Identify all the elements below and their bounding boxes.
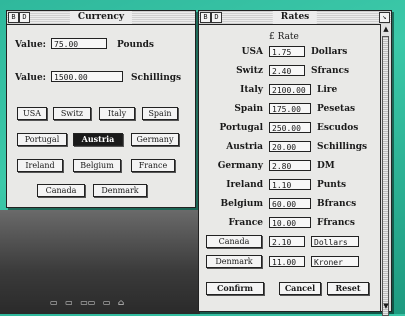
rate-input[interactable]: 1.10	[269, 179, 311, 190]
home-icon[interactable]: ⌂	[118, 298, 124, 307]
reset-button[interactable]: Reset	[327, 282, 369, 295]
rate-unit-label: Bfrancs	[317, 199, 357, 209]
rate-unit-label: Pesetas	[317, 104, 356, 114]
country-button-belgium[interactable]: Belgium	[73, 159, 121, 172]
resize-icon[interactable]: ↘	[379, 12, 390, 23]
rate-country-label: Spain	[234, 104, 263, 114]
rate-input[interactable]: 20.00	[269, 141, 311, 152]
country-button-ireland[interactable]: Ireland	[17, 159, 63, 172]
rate-input[interactable]: 11.00	[269, 256, 305, 267]
scroll-up-icon[interactable]: ▲	[381, 24, 391, 34]
rate-unit-label: Dollars	[311, 47, 348, 57]
scroll-thumb[interactable]	[382, 36, 389, 316]
drive-icon[interactable]: ▭	[65, 298, 73, 307]
editable-country-button[interactable]: Canada	[206, 235, 262, 248]
rate-input[interactable]: 1.75	[269, 46, 305, 57]
rate-unit-label: Punts	[317, 180, 347, 190]
application-icon[interactable]: ▭▭	[80, 298, 95, 307]
window-title: Rates	[272, 11, 318, 24]
rates-window: B D Rates ↘ £ Rate USA 1.75 Dollars Swit…	[198, 10, 392, 316]
value-input-schillings[interactable]: 1500.00	[51, 71, 123, 82]
rate-unit-label: Escudos	[317, 123, 359, 133]
rate-country-label: France	[228, 218, 263, 228]
rate-input[interactable]: 10.00	[269, 217, 311, 228]
value-label: Value:	[15, 40, 46, 50]
rate-unit-label: DM	[317, 161, 335, 171]
country-button-portugal[interactable]: Portugal	[17, 133, 67, 146]
rate-country-label: USA	[241, 47, 263, 57]
vertical-scrollbar[interactable]: ▲ ▼	[380, 24, 391, 316]
close-icon[interactable]: D	[19, 12, 30, 23]
currency-window: B D Currency Value: 75.00 Pounds Value: …	[6, 10, 196, 208]
unit-label-pounds: Pounds	[117, 40, 154, 50]
rate-country-label: Belgium	[220, 199, 263, 209]
country-button-austria[interactable]: Austria	[73, 133, 123, 146]
country-button-usa[interactable]: USA	[17, 107, 47, 120]
rate-input[interactable]: 250.00	[269, 122, 311, 133]
rate-country-label: Ireland	[226, 180, 263, 190]
value-label: Value:	[15, 73, 46, 83]
unit-label-schillings: Schillings	[131, 73, 182, 83]
close-icon[interactable]: D	[211, 12, 222, 23]
currency-titlebar[interactable]: B D Currency	[7, 11, 195, 25]
rate-country-label: Germany	[217, 161, 263, 171]
drive-icon[interactable]: ▭	[50, 298, 58, 307]
country-button-germany[interactable]: Germany	[131, 133, 179, 146]
rate-header: £ Rate	[269, 32, 299, 42]
rates-titlebar[interactable]: B D Rates ↘	[199, 11, 391, 25]
rate-input[interactable]: 2.40	[269, 65, 305, 76]
rate-country-label: Austria	[226, 142, 263, 152]
country-button-canada[interactable]: Canada	[37, 184, 85, 197]
country-button-italy[interactable]: Italy	[99, 107, 135, 120]
country-button-denmark[interactable]: Denmark	[93, 184, 147, 197]
desktop-icon-bar: ▭ ▭ ▭▭ ▭ ⌂	[50, 298, 129, 307]
country-button-switz[interactable]: Switz	[53, 107, 91, 120]
unit-input[interactable]: Kroner	[311, 256, 359, 267]
rate-unit-label: Sfrancs	[311, 66, 350, 76]
rate-country-label: Switz	[236, 66, 263, 76]
rate-unit-label: Schillings	[317, 142, 368, 152]
folder-icon[interactable]: ▭	[103, 298, 111, 307]
country-button-france[interactable]: France	[131, 159, 175, 172]
rate-input[interactable]: 2.10	[269, 236, 305, 247]
rate-input[interactable]: 2.80	[269, 160, 311, 171]
back-icon[interactable]: B	[200, 12, 211, 23]
rate-country-label: Portugal	[219, 123, 263, 133]
rate-unit-label: Ffrancs	[317, 218, 355, 228]
rate-input[interactable]: 2100.00	[269, 84, 311, 95]
confirm-button[interactable]: Confirm	[206, 282, 264, 295]
window-title: Currency	[69, 11, 133, 24]
unit-input[interactable]: Dollars	[311, 236, 359, 247]
country-button-spain[interactable]: Spain	[142, 107, 178, 120]
cancel-button[interactable]: Cancel	[279, 282, 321, 295]
rate-input[interactable]: 175.00	[269, 103, 311, 114]
value-input-pounds[interactable]: 75.00	[51, 38, 107, 49]
rate-country-label: Italy	[240, 85, 263, 95]
scroll-down-icon[interactable]: ▼	[381, 301, 391, 311]
rate-input[interactable]: 60.00	[269, 198, 311, 209]
back-icon[interactable]: B	[8, 12, 19, 23]
rate-unit-label: Lire	[317, 85, 338, 95]
editable-country-button[interactable]: Denmark	[206, 255, 262, 268]
